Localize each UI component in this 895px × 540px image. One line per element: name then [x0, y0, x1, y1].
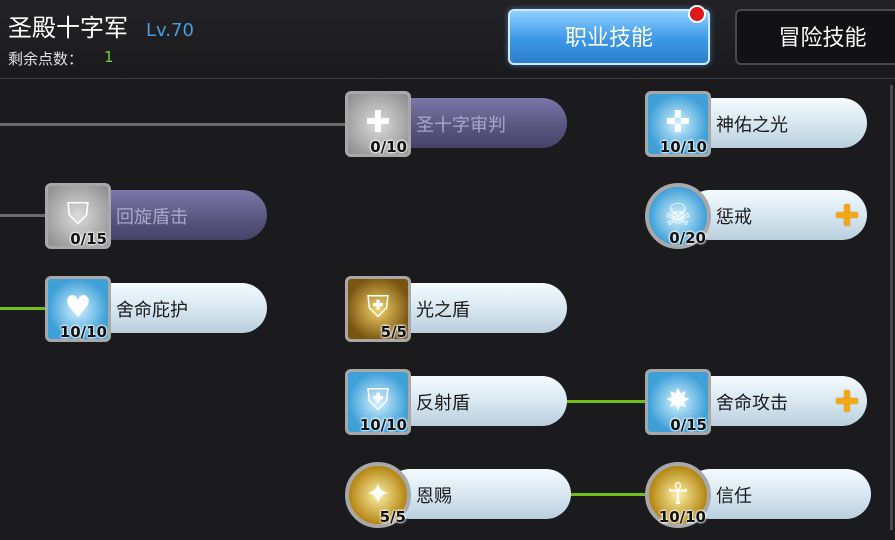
heart-shield-icon[interactable]: ♥ 10/10 — [45, 276, 111, 342]
tree-connector-active — [0, 307, 50, 310]
skill-sacrifice-attack[interactable]: 舍命攻击 — [685, 376, 867, 426]
upgrade-plus-button[interactable] — [833, 387, 861, 415]
skill-name: 圣十字审判 — [416, 115, 506, 136]
tree-connector — [0, 123, 350, 126]
skill-level: 10/10 — [658, 508, 706, 526]
praying-figure-icon[interactable]: ☥ 10/10 — [645, 462, 711, 528]
cross-slash-icon[interactable]: ✚ 0/10 — [345, 91, 411, 157]
tree-connector — [0, 214, 50, 217]
tree-connector-active — [560, 400, 650, 403]
skill-divine-light[interactable]: 神佑之光 — [685, 98, 867, 148]
remaining-points-value: 1 — [104, 48, 114, 66]
skill-name: 舍命庇护 — [116, 300, 188, 321]
skill-punish[interactable]: 惩戒 — [685, 190, 867, 240]
skill-name: 反射盾 — [416, 393, 470, 414]
skill-header: 圣殿十字军 Lv.70 剩余点数： 1 职业技能 冒险技能 — [0, 0, 895, 79]
tree-connector-active — [565, 493, 650, 496]
character-level: Lv.70 — [146, 20, 194, 41]
blessing-figure-icon[interactable]: ✦ 5/5 — [345, 462, 411, 528]
skill-trust[interactable]: 信任 — [685, 469, 871, 519]
skill-level: 5/5 — [379, 508, 406, 526]
skull-icon[interactable]: ☠ 0/20 — [645, 183, 711, 249]
skill-name: 回旋盾击 — [116, 207, 188, 228]
skill-name: 光之盾 — [416, 300, 470, 321]
tree-connector — [890, 85, 893, 530]
skill-name: 信任 — [716, 486, 752, 507]
notification-dot — [688, 5, 706, 23]
spinning-shield-icon[interactable]: ⛉ 0/15 — [45, 183, 111, 249]
skill-level: 10/10 — [59, 323, 107, 341]
upgrade-plus-button[interactable] — [833, 201, 861, 229]
skill-light-shield[interactable]: 光之盾 — [385, 283, 567, 333]
skill-level: 0/20 — [669, 229, 706, 247]
skill-spin-shield[interactable]: 回旋盾击 — [85, 190, 267, 240]
skill-name: 舍命攻击 — [716, 393, 788, 414]
tab-class-skills[interactable]: 职业技能 — [508, 9, 710, 65]
skill-reflect-shield[interactable]: 反射盾 — [385, 376, 567, 426]
reflect-shield-icon[interactable]: ⛨ 10/10 — [345, 369, 411, 435]
skill-level: 10/10 — [659, 138, 707, 156]
tab-adventure-skills[interactable]: 冒险技能 — [735, 9, 895, 65]
skill-sacrifice-guard[interactable]: 舍命庇护 — [85, 283, 267, 333]
skill-level: 10/10 — [359, 416, 407, 434]
holy-cross-burst-icon[interactable]: ✜ 10/10 — [645, 91, 711, 157]
skill-name: 惩戒 — [716, 207, 752, 228]
skill-level: 0/15 — [670, 416, 707, 434]
remaining-points-label: 剩余点数： — [8, 50, 84, 68]
shield-strike-icon[interactable]: ✸ 0/15 — [645, 369, 711, 435]
skill-level: 5/5 — [380, 323, 407, 341]
skill-level: 0/10 — [370, 138, 407, 156]
light-shield-icon[interactable]: ⛨ 5/5 — [345, 276, 411, 342]
skill-level: 0/15 — [70, 230, 107, 248]
skill-name: 恩赐 — [416, 486, 452, 507]
skill-grace[interactable]: 恩赐 — [385, 469, 571, 519]
skill-name: 神佑之光 — [716, 115, 788, 136]
character-name: 圣殿十字军 — [8, 14, 128, 42]
skill-holy-cross[interactable]: 圣十字审判 — [385, 98, 567, 148]
